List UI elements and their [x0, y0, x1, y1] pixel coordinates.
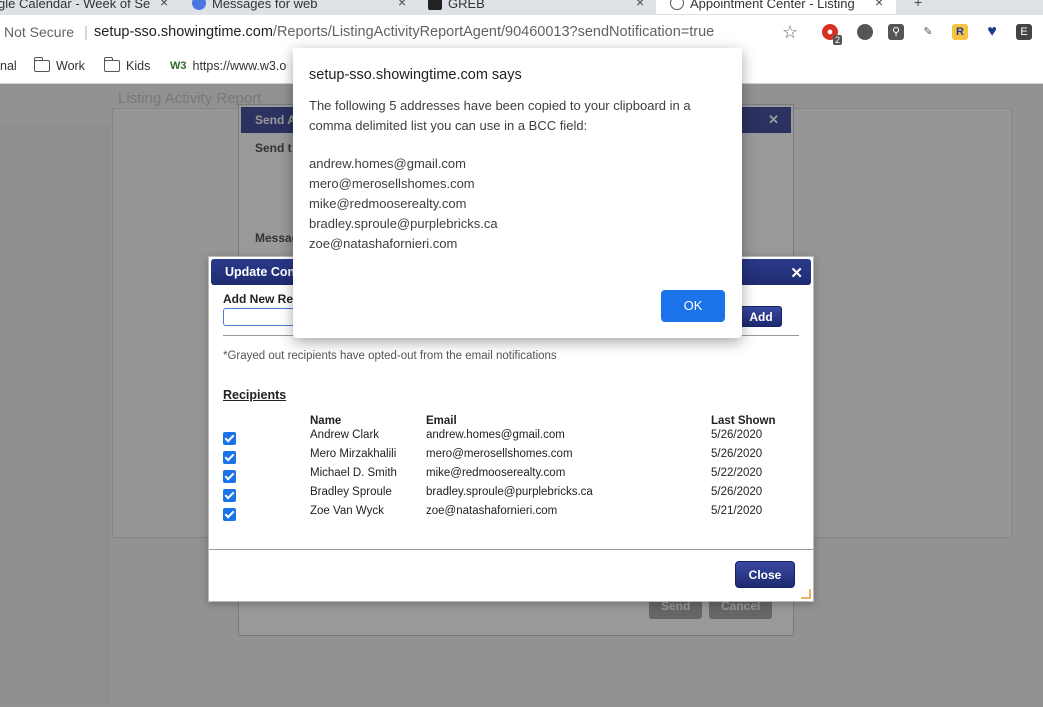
table-row: Andrew Clark andrew.homes@gmail.com 5/26…	[209, 429, 809, 448]
bookmark-folder-work[interactable]: Work	[33, 57, 85, 73]
tab-label: Messages for web	[212, 0, 318, 11]
greb-icon	[428, 0, 442, 10]
bookmark-label: nal	[0, 59, 17, 73]
extension-circle-icon[interactable]	[857, 24, 873, 40]
recipient-name: Bradley Sproule	[310, 486, 392, 498]
alert-dialog: setup-sso.showingtime.com says The follo…	[293, 48, 742, 338]
opt-out-note: *Grayed out recipients have opted-out fr…	[223, 350, 557, 362]
recipient-email: zoe@natashafornieri.com	[426, 505, 558, 517]
close-icon[interactable]: ×	[636, 0, 644, 10]
tab-strip: gle Calendar - Week of Se × Messages for…	[0, 0, 1043, 15]
globe-icon	[670, 0, 684, 10]
bookmark-label: Kids	[126, 59, 151, 73]
alert-address: mike@redmooserealty.com	[309, 196, 467, 211]
close-icon[interactable]: ×	[398, 0, 406, 10]
tab-calendar[interactable]: gle Calendar - Week of Se	[0, 0, 150, 14]
recipient-last-shown: 5/26/2020	[711, 448, 763, 460]
recipient-checkbox[interactable]	[223, 489, 236, 502]
recipient-checkbox[interactable]	[223, 508, 236, 521]
new-tab-icon[interactable]: +	[914, 0, 922, 10]
column-header-last-shown: Last Shown	[711, 415, 776, 427]
close-icon[interactable]: ✕	[790, 264, 803, 282]
recipient-name: Andrew Clark	[310, 429, 380, 441]
bookmark-label: Work	[56, 59, 85, 73]
bookmark-w3[interactable]: W3 https://www.w3.o	[170, 59, 286, 73]
add-recipient-label: Add New Re	[223, 292, 294, 306]
alert-address: mero@merosellshomes.com	[309, 176, 475, 191]
table-row: Michael D. Smith mike@redmooserealty.com…	[209, 467, 809, 486]
extension-location-icon[interactable]: ⚲	[888, 24, 904, 40]
security-indicator[interactable]: Not Secure	[4, 24, 74, 40]
extension-e-icon[interactable]: E	[1016, 24, 1032, 40]
recipient-email: andrew.homes@gmail.com	[426, 429, 565, 441]
recipient-last-shown: 5/26/2020	[711, 429, 763, 441]
recipient-last-shown: 5/22/2020	[711, 467, 763, 479]
recipient-name: Michael D. Smith	[310, 467, 397, 479]
recipient-checkbox[interactable]	[223, 432, 236, 445]
tab-greb[interactable]: GREB	[428, 0, 485, 14]
close-button[interactable]: Close	[735, 561, 795, 588]
folder-icon	[33, 57, 50, 72]
column-header-name: Name	[310, 415, 342, 427]
url-host: setup-sso.showingtime.com	[94, 24, 273, 40]
recipient-email: bradley.sproule@purplebricks.ca	[426, 486, 593, 498]
add-button[interactable]: Add	[740, 306, 782, 327]
alert-message: The following 5 addresses have been copi…	[309, 98, 691, 133]
recipients-heading: Recipients	[223, 388, 287, 402]
alert-address-list: andrew.homes@gmail.com mero@merosellshom…	[309, 154, 498, 254]
alert-address: andrew.homes@gmail.com	[309, 156, 466, 171]
bookmark-label: https://www.w3.o	[192, 59, 287, 73]
extension-heart-icon[interactable]: ♥	[984, 24, 1000, 40]
close-icon[interactable]: ×	[875, 0, 883, 10]
alert-address: bradley.sproule@purplebricks.ca	[309, 216, 498, 231]
tab-label: Appointment Center - Listing	[690, 0, 855, 11]
bookmark-item[interactable]: nal	[0, 59, 17, 73]
update-dialog-title: Update Cont	[225, 265, 300, 279]
tab-label: GREB	[448, 0, 485, 11]
extension-badge: 2	[833, 35, 843, 45]
messages-icon	[192, 0, 206, 10]
recipient-last-shown: 5/26/2020	[711, 486, 763, 498]
recipient-name: Mero Mirzakhalili	[310, 448, 397, 460]
bookmark-star-icon[interactable]: ☆	[782, 22, 798, 43]
close-icon[interactable]: ×	[160, 0, 168, 10]
divider	[209, 549, 813, 550]
divider: |	[84, 24, 88, 41]
table-row: Zoe Van Wyck zoe@natashafornieri.com 5/2…	[209, 505, 809, 524]
recipient-checkbox[interactable]	[223, 470, 236, 483]
address-bar: Not Secure | setup-sso.showingtime.com/R…	[0, 15, 1043, 51]
folder-icon	[103, 57, 120, 72]
alert-address: zoe@natashafornieri.com	[309, 236, 458, 251]
recipient-name: Zoe Van Wyck	[310, 505, 384, 517]
tab-label: gle Calendar - Week of Se	[0, 0, 151, 11]
table-row: Mero Mirzakhalili mero@merosellshomes.co…	[209, 448, 809, 467]
w3-icon: W3	[170, 60, 187, 72]
bookmark-folder-kids[interactable]: Kids	[103, 57, 151, 73]
tab-appointment-center[interactable]: Appointment Center - Listing	[656, 0, 896, 14]
recipient-checkbox[interactable]	[223, 451, 236, 464]
ok-button[interactable]: OK	[661, 290, 725, 322]
resize-handle[interactable]	[801, 589, 811, 599]
table-row: Bradley Sproule bradley.sproule@purplebr…	[209, 486, 809, 505]
recipient-email: mike@redmooserealty.com	[426, 467, 566, 479]
alert-title: setup-sso.showingtime.com says	[309, 67, 522, 83]
tab-messages[interactable]: Messages for web	[192, 0, 318, 14]
column-header-email: Email	[426, 415, 457, 427]
extension-r-icon[interactable]: R	[952, 24, 968, 40]
recipient-last-shown: 5/21/2020	[711, 505, 763, 517]
eyedropper-icon[interactable]: ✎	[920, 24, 936, 40]
recipient-email: mero@merosellshomes.com	[426, 448, 573, 460]
url-path: /Reports/ListingActivityReportAgent/9046…	[272, 24, 715, 40]
url-field[interactable]: setup-sso.showingtime.com/Reports/Listin…	[94, 24, 714, 40]
